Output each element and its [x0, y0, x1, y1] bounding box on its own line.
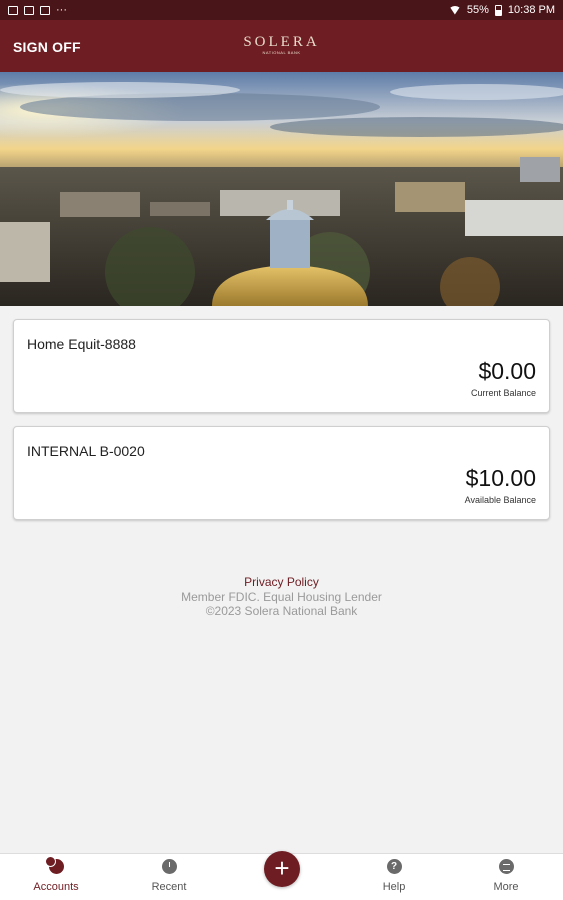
clock-icon: [161, 859, 177, 874]
accounts-icon: [44, 856, 64, 874]
account-name: INTERNAL B-0020: [27, 443, 145, 459]
nav-help[interactable]: ? Help: [349, 854, 439, 900]
wifi-icon: [448, 5, 461, 15]
account-balance: $10.00: [465, 465, 536, 491]
city-skyline-image: [0, 72, 563, 306]
logo-subtitle: NATIONAL BANK: [262, 50, 301, 55]
clock-time: 10:38 PM: [507, 4, 555, 16]
nav-label: Recent: [151, 881, 187, 893]
app-header: SIGN OFF SOLERA NATIONAL BANK: [0, 20, 563, 72]
nav-label: Accounts: [33, 881, 79, 893]
footer: Privacy Policy Member FDIC. Equal Housin…: [0, 575, 563, 619]
status-bar: ··· 55% 10:38 PM: [0, 0, 563, 20]
logo-wordmark: SOLERA: [243, 34, 320, 50]
system-status: 55% 10:38 PM: [448, 4, 555, 16]
gmail-icon: [40, 5, 50, 15]
solera-logo: SOLERA NATIONAL BANK: [0, 34, 563, 55]
balance-label: Current Balance: [470, 388, 536, 398]
nav-recent[interactable]: Recent: [124, 854, 214, 900]
more-notifications-icon: ···: [56, 4, 67, 16]
nav-label: More: [493, 881, 519, 893]
account-card[interactable]: Home Equit-8888 $0.00 Current Balance: [13, 319, 550, 413]
mail-icon: [24, 5, 34, 15]
nav-label: Help: [382, 881, 406, 893]
account-balance: $0.00: [478, 358, 536, 384]
battery-percent: 55%: [466, 4, 489, 16]
add-button[interactable]: +: [264, 851, 300, 887]
account-name: Home Equit-8888: [27, 336, 136, 352]
fdic-notice: Member FDIC. Equal Housing Lender: [181, 589, 382, 604]
balance-label: Available Balance: [464, 495, 536, 505]
privacy-policy-link[interactable]: Privacy Policy: [0, 575, 563, 590]
nav-more[interactable]: More: [461, 854, 551, 900]
bottom-navigation: Accounts Recent + ? Help More: [0, 851, 563, 900]
nav-accounts[interactable]: Accounts: [11, 854, 101, 900]
battery-icon: [494, 4, 502, 16]
image-icon: [8, 5, 18, 15]
more-icon: [498, 859, 514, 874]
notification-icons: ···: [8, 4, 67, 16]
account-card[interactable]: INTERNAL B-0020 $10.00 Available Balance: [13, 426, 550, 520]
copyright: ©2023 Solera National Bank: [205, 604, 358, 618]
help-icon: ?: [386, 859, 402, 874]
hero-image: [0, 72, 563, 306]
